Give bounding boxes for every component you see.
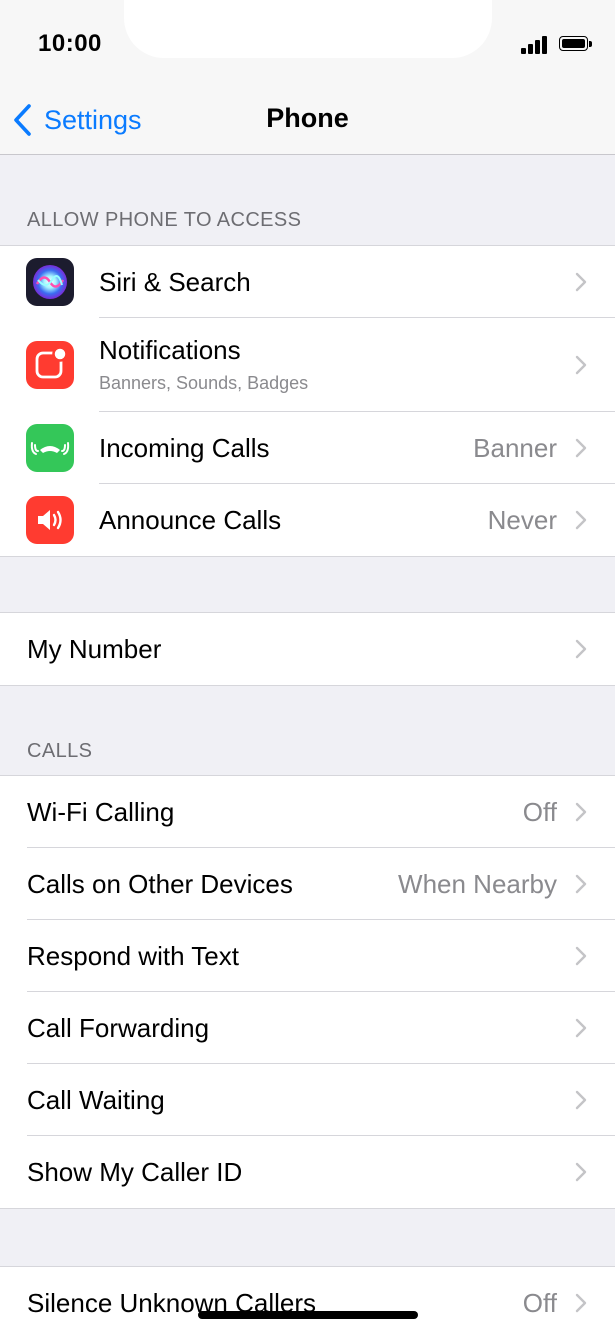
notifications-icon	[26, 341, 74, 389]
row-incoming-calls[interactable]: Incoming Calls Banner	[0, 412, 615, 484]
cellular-signal-icon	[521, 36, 549, 54]
row-value: When Nearby	[398, 868, 557, 899]
row-my-number[interactable]: My Number	[0, 613, 615, 685]
row-value: Off	[522, 796, 557, 827]
row-notifications[interactable]: Notifications Banners, Sounds, Badges	[0, 318, 615, 412]
chevron-right-icon	[575, 272, 587, 292]
row-wifi-calling[interactable]: Wi-Fi Calling Off	[0, 776, 615, 848]
chevron-right-icon	[575, 946, 587, 966]
row-show-caller-id[interactable]: Show My Caller ID	[0, 1136, 615, 1208]
chevron-right-icon	[575, 355, 587, 375]
battery-icon	[559, 36, 592, 53]
speaker-icon	[26, 496, 74, 544]
silence-group: Silence Unknown Callers Off	[0, 1266, 615, 1339]
navigation-bar: Settings Phone	[0, 90, 615, 155]
row-label: Wi-Fi Calling	[27, 796, 175, 827]
row-calls-other-devices[interactable]: Calls on Other Devices When Nearby	[0, 848, 615, 920]
row-label: My Number	[27, 633, 162, 664]
row-subtitle: Banners, Sounds, Badges	[99, 373, 309, 393]
row-call-forwarding[interactable]: Call Forwarding	[0, 992, 615, 1064]
row-label: Call Forwarding	[27, 1012, 210, 1043]
row-value: Never	[487, 504, 557, 535]
section-header-access: ALLOW PHONE TO ACCESS	[27, 209, 302, 231]
chevron-right-icon	[575, 438, 587, 458]
status-time: 10:00	[38, 30, 102, 57]
notch	[124, 0, 492, 58]
row-label: Silence Unknown Callers	[27, 1287, 317, 1318]
row-silence-unknown-callers[interactable]: Silence Unknown Callers Off	[0, 1267, 615, 1339]
chevron-right-icon	[575, 1018, 587, 1038]
chevron-right-icon	[575, 1293, 587, 1313]
chevron-right-icon	[575, 1090, 587, 1110]
row-label: Calls on Other Devices	[27, 868, 293, 899]
chevron-right-icon	[575, 802, 587, 822]
row-announce-calls[interactable]: Announce Calls Never	[0, 484, 615, 556]
calls-group: Wi-Fi Calling Off Calls on Other Devices…	[0, 775, 615, 1209]
row-siri-search[interactable]: Siri & Search	[0, 246, 615, 318]
row-label: Call Waiting	[27, 1084, 165, 1115]
row-label: Notifications	[99, 335, 241, 365]
row-label: Show My Caller ID	[27, 1156, 243, 1187]
chevron-right-icon	[575, 1162, 587, 1182]
row-label: Incoming Calls	[99, 432, 270, 463]
row-respond-with-text[interactable]: Respond with Text	[0, 920, 615, 992]
row-value: Off	[522, 1287, 557, 1318]
access-group: Siri & Search Notifications Banners, Sou…	[0, 245, 615, 557]
chevron-right-icon	[575, 874, 587, 894]
row-label: Announce Calls	[99, 504, 282, 535]
section-header-calls: CALLS	[27, 740, 93, 762]
chevron-right-icon	[575, 639, 587, 659]
page-title: Phone	[266, 103, 349, 133]
home-indicator[interactable]	[198, 1311, 418, 1319]
phone-icon	[26, 424, 74, 472]
row-label: Siri & Search	[99, 266, 251, 297]
siri-icon	[26, 258, 74, 306]
my-number-group: My Number	[0, 612, 615, 686]
row-call-waiting[interactable]: Call Waiting	[0, 1064, 615, 1136]
status-bar: 10:00	[0, 0, 615, 90]
chevron-right-icon	[575, 510, 587, 530]
row-label: Respond with Text	[27, 940, 239, 971]
row-value: Banner	[473, 432, 557, 463]
